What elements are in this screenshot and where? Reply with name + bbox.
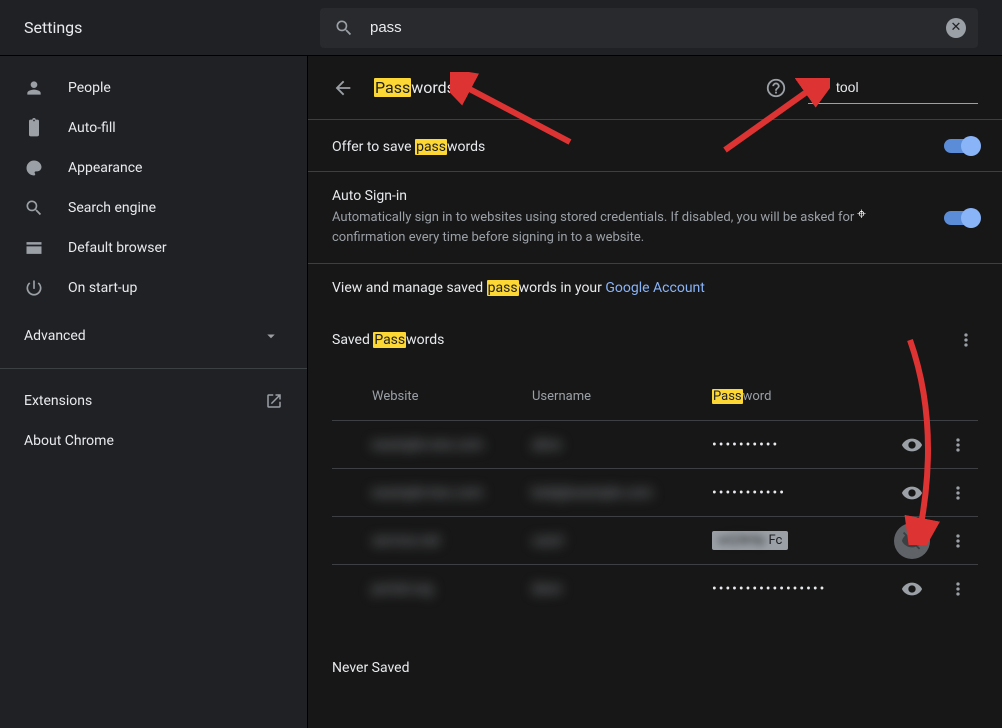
row-more-button[interactable]	[946, 481, 970, 505]
col-website: Website	[372, 389, 532, 404]
palette-icon	[24, 158, 44, 178]
settings-search-box[interactable]: ✕	[320, 8, 978, 48]
row-more-button[interactable]	[946, 529, 970, 553]
table-header: Website Username Password	[332, 372, 978, 420]
browser-icon	[24, 238, 44, 258]
sidebar-item-about[interactable]: About Chrome	[0, 421, 307, 461]
sidebar-item-label: On start-up	[68, 280, 137, 296]
col-username: Username	[532, 389, 712, 404]
cell-password: ••••••••••	[712, 437, 894, 453]
sidebar-item-appearance[interactable]: Appearance	[0, 148, 307, 188]
sidebar-item-search-engine[interactable]: Search engine	[0, 188, 307, 228]
search-icon	[332, 16, 356, 40]
row-more-button[interactable]	[946, 433, 970, 457]
cell-username: carol	[532, 533, 712, 549]
sidebar-item-label: About Chrome	[24, 433, 114, 449]
offer-save-label: Offer to save passwords	[332, 139, 485, 155]
hide-password-button[interactable]	[894, 523, 930, 559]
never-saved-title: Never Saved	[308, 636, 1002, 700]
cell-password: wQ3k9p Fc	[712, 531, 894, 550]
sidebar-item-label: Extensions	[24, 393, 92, 409]
person-icon	[24, 78, 44, 98]
cell-username: bob@example.com	[532, 485, 712, 501]
cell-website: service.net	[372, 533, 532, 549]
reveal-password-button[interactable]	[894, 475, 930, 511]
clear-search-button[interactable]: ✕	[946, 18, 966, 38]
content: Passwords ✕ Offer to save passwords Auto…	[308, 56, 1002, 728]
auto-signin-title: Auto Sign-in	[332, 188, 928, 204]
google-account-link[interactable]: Google Account	[605, 280, 704, 296]
sidebar-advanced-toggle[interactable]: Advanced	[0, 316, 307, 356]
reveal-password-button[interactable]	[894, 427, 930, 463]
power-icon	[24, 278, 44, 298]
sidebar-item-label: Default browser	[68, 240, 167, 256]
sidebar-item-startup[interactable]: On start-up	[0, 268, 307, 308]
cell-website: example-two.com	[372, 485, 532, 501]
row-more-button[interactable]	[946, 577, 970, 601]
sidebar-item-extensions[interactable]: Extensions	[0, 381, 307, 421]
reveal-password-button[interactable]	[894, 571, 930, 607]
sidebar-item-default-browser[interactable]: Default browser	[0, 228, 307, 268]
saved-more-button[interactable]	[954, 328, 978, 352]
cell-password: •••••••••••••••••	[712, 581, 894, 597]
offer-save-toggle[interactable]	[944, 139, 978, 153]
page-title: Passwords	[374, 78, 455, 97]
search-icon	[808, 75, 826, 99]
sidebar-item-label: Search engine	[68, 200, 156, 216]
saved-passwords-section: Saved Passwords Website Username Passwor…	[308, 312, 1002, 636]
auto-signin-row: Auto Sign-in Automatically sign in to we…	[308, 172, 1002, 264]
back-button[interactable]	[332, 77, 354, 99]
table-row[interactable]: portal.org dave •••••••••••••••••	[332, 564, 978, 612]
sidebar-item-label: Auto-fill	[68, 120, 116, 136]
sidebar-item-autofill[interactable]: Auto-fill	[0, 108, 307, 148]
auto-signin-sub: Automatically sign in to websites using …	[332, 208, 928, 247]
page-search-box[interactable]: ✕	[808, 72, 978, 104]
external-link-icon	[265, 392, 283, 410]
table-row[interactable]: example-one.com alice ••••••••••	[332, 420, 978, 468]
settings-search-input[interactable]	[368, 18, 946, 37]
app-title: Settings	[0, 18, 320, 37]
search-icon	[24, 198, 44, 218]
table-row[interactable]: example-two.com bob@example.com ••••••••…	[332, 468, 978, 516]
col-password: Password	[712, 389, 894, 404]
sidebar: People Auto-fill Appearance Search engin…	[0, 56, 308, 728]
cell-username: dave	[532, 581, 712, 597]
cell-username: alice	[532, 437, 712, 453]
cell-website: portal.org	[372, 581, 532, 597]
clipboard-icon	[24, 118, 44, 138]
sidebar-advanced-label: Advanced	[24, 328, 86, 344]
top-bar: Settings ✕	[0, 0, 1002, 56]
page-search-input[interactable]	[834, 78, 1002, 96]
sidebar-item-label: Appearance	[68, 160, 142, 176]
page-subheader: Passwords ✕	[308, 56, 1002, 120]
help-button[interactable]	[764, 76, 788, 100]
saved-title: Saved Passwords	[332, 332, 444, 348]
cell-password: •••••••••••	[712, 485, 894, 501]
auto-signin-toggle[interactable]	[944, 211, 978, 225]
chevron-down-icon	[259, 324, 283, 348]
sidebar-item-people[interactable]: People	[0, 68, 307, 108]
cell-website: example-one.com	[372, 437, 532, 453]
manage-account-row: View and manage saved passwords in your …	[308, 264, 1002, 312]
sidebar-item-label: People	[68, 80, 111, 96]
table-row[interactable]: service.net carol wQ3k9p Fc	[332, 516, 978, 564]
offer-save-row: Offer to save passwords	[308, 120, 1002, 172]
